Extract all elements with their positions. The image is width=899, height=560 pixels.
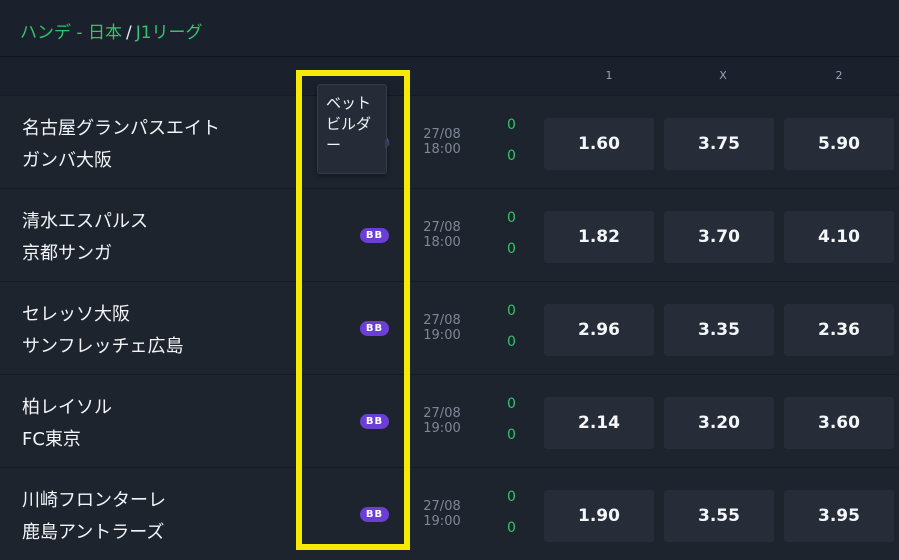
kickoff-clock: 19:00 — [423, 514, 461, 529]
kickoff-clock: 19:00 — [423, 328, 461, 343]
home-team-name[interactable]: 柏レイソル — [22, 393, 112, 419]
away-score: 0 — [507, 520, 516, 536]
kickoff-date: 27/08 — [423, 499, 461, 514]
tooltip-arrow — [385, 139, 390, 149]
bet-builder-badge[interactable]: BB — [360, 414, 389, 429]
odds-button-home[interactable]: 2.14 — [544, 397, 654, 449]
match-row[interactable]: 名古屋グランパスエイト ガンバ大阪 BB 27/08 18:00 0 0 1.6… — [0, 96, 899, 188]
kickoff-date: 27/08 — [423, 220, 461, 235]
kickoff-date: 27/08 — [423, 313, 461, 328]
kickoff-clock: 18:00 — [423, 235, 461, 250]
home-score: 0 — [507, 489, 516, 505]
odds-button-home[interactable]: 2.96 — [544, 304, 654, 356]
away-team-name[interactable]: サンフレッチェ広島 — [22, 332, 183, 358]
league-header: ハンデ - 日本 / J1リーグ — [0, 0, 899, 57]
odds-button-draw[interactable]: 3.70 — [664, 211, 774, 263]
away-team-name[interactable]: 京都サンガ — [22, 239, 112, 265]
bet-builder-tooltip: ベットビルダー — [317, 84, 387, 174]
home-score: 0 — [507, 210, 516, 226]
odds-button-draw[interactable]: 3.35 — [664, 304, 774, 356]
kickoff-time: 27/08 18:00 — [420, 127, 464, 157]
home-score: 0 — [507, 396, 516, 412]
odds-button-home[interactable]: 1.90 — [544, 490, 654, 542]
odds-button-draw[interactable]: 3.20 — [664, 397, 774, 449]
away-score: 0 — [507, 427, 516, 443]
away-score: 0 — [507, 334, 516, 350]
away-team-name[interactable]: 鹿島アントラーズ — [22, 518, 164, 544]
away-score: 0 — [507, 148, 516, 164]
breadcrumb-separator: / — [125, 23, 132, 43]
odds-button-draw[interactable]: 3.75 — [664, 118, 774, 170]
odds-button-away[interactable]: 5.90 — [784, 118, 894, 170]
column-label-draw: X — [719, 69, 727, 82]
bet-builder-badge[interactable]: BB — [360, 228, 389, 243]
odds-button-away[interactable]: 3.60 — [784, 397, 894, 449]
away-score: 0 — [507, 241, 516, 257]
kickoff-date: 27/08 — [423, 406, 461, 421]
kickoff-date: 27/08 — [423, 127, 461, 142]
breadcrumb: ハンデ - 日本 / J1リーグ — [20, 18, 203, 43]
kickoff-clock: 19:00 — [423, 421, 461, 436]
home-score: 0 — [507, 303, 516, 319]
home-team-name[interactable]: 名古屋グランパスエイト — [22, 114, 220, 140]
match-row[interactable]: 清水エスパルス 京都サンガ BB 27/08 18:00 0 0 1.82 3.… — [0, 189, 899, 281]
match-row[interactable]: 柏レイソル FC東京 BB 27/08 19:00 0 0 2.14 3.20 … — [0, 375, 899, 467]
odds-button-away[interactable]: 2.36 — [784, 304, 894, 356]
odds-column-header: 1 X 2 — [0, 57, 899, 95]
odds-button-home[interactable]: 1.82 — [544, 211, 654, 263]
away-team-name[interactable]: ガンバ大阪 — [22, 146, 112, 172]
odds-button-away[interactable]: 3.95 — [784, 490, 894, 542]
bet-builder-badge[interactable]: BB — [360, 507, 389, 522]
column-label-away: 2 — [835, 69, 843, 82]
match-row[interactable]: セレッソ大阪 サンフレッチェ広島 BB 27/08 19:00 0 0 2.96… — [0, 282, 899, 374]
breadcrumb-item-handicap-japan[interactable]: ハンデ - 日本 — [20, 23, 122, 43]
kickoff-time: 27/08 19:00 — [420, 313, 464, 343]
breadcrumb-item-j1-league[interactable]: J1リーグ — [136, 23, 203, 43]
home-score: 0 — [507, 117, 516, 133]
home-team-name[interactable]: 川崎フロンターレ — [22, 486, 166, 512]
odds-button-home[interactable]: 1.60 — [544, 118, 654, 170]
kickoff-clock: 18:00 — [423, 142, 461, 157]
odds-button-draw[interactable]: 3.55 — [664, 490, 774, 542]
away-team-name[interactable]: FC東京 — [22, 425, 81, 451]
match-row[interactable]: 川崎フロンターレ 鹿島アントラーズ BB 27/08 19:00 0 0 1.9… — [0, 468, 899, 560]
column-label-home: 1 — [605, 69, 613, 82]
kickoff-time: 27/08 19:00 — [420, 406, 464, 436]
kickoff-time: 27/08 18:00 — [420, 220, 464, 250]
kickoff-time: 27/08 19:00 — [420, 499, 464, 529]
home-team-name[interactable]: セレッソ大阪 — [22, 300, 130, 326]
bet-builder-badge[interactable]: BB — [360, 321, 389, 336]
home-team-name[interactable]: 清水エスパルス — [22, 207, 148, 233]
odds-button-away[interactable]: 4.10 — [784, 211, 894, 263]
